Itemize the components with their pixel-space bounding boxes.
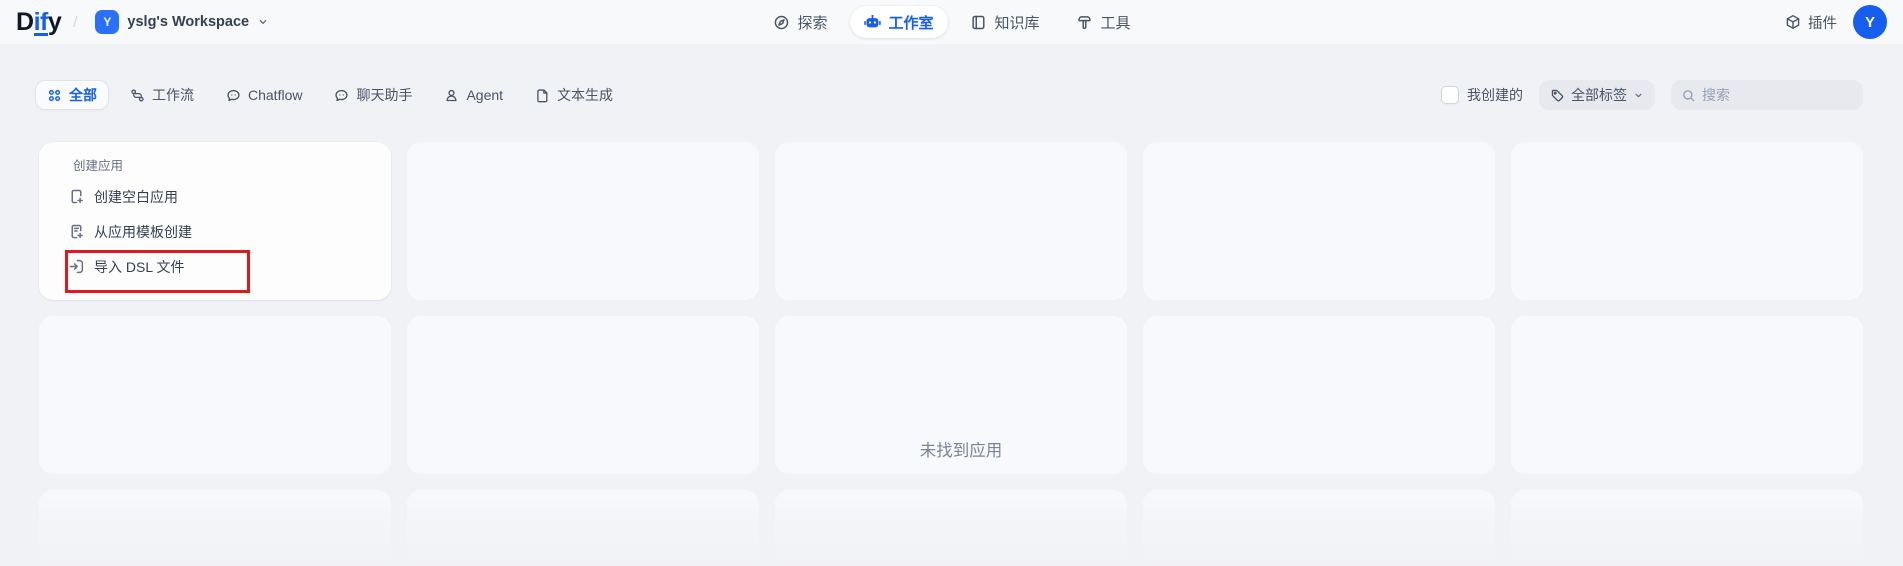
tab-workflow[interactable]: 工作流 bbox=[119, 80, 205, 110]
user-avatar[interactable]: Y bbox=[1853, 5, 1887, 39]
breadcrumb-separator: / bbox=[73, 14, 77, 31]
logo-letter-y: y bbox=[48, 8, 61, 37]
tab-text-generation[interactable]: 文本生成 bbox=[524, 80, 624, 110]
app-card-placeholder bbox=[1143, 142, 1495, 300]
compass-icon bbox=[772, 14, 789, 31]
main-nav: 探索 工作室 知识库 工具 bbox=[758, 5, 1144, 39]
tag-filter-dropdown[interactable]: 全部标签 bbox=[1539, 80, 1655, 110]
app-card-placeholder bbox=[1511, 142, 1863, 300]
created-by-me-checkbox[interactable] bbox=[1441, 86, 1459, 104]
header-right: 插件 Y bbox=[1785, 5, 1887, 39]
book-icon bbox=[970, 14, 987, 31]
create-app-card: 创建应用 创建空白应用 从应用模板创建 导入 DSL 文件 bbox=[39, 142, 391, 300]
workflow-icon bbox=[130, 88, 145, 103]
nav-item-explore[interactable]: 探索 bbox=[758, 6, 841, 38]
search-input[interactable] bbox=[1702, 87, 1853, 103]
app-card-placeholder bbox=[39, 316, 391, 474]
chevron-down-icon bbox=[257, 16, 269, 28]
dify-logo[interactable]: Dify bbox=[16, 8, 61, 37]
nav-item-label: 探索 bbox=[797, 12, 827, 33]
tab-label: 工作流 bbox=[152, 85, 194, 105]
app-card-placeholder bbox=[39, 490, 391, 566]
file-plus-icon bbox=[68, 188, 85, 205]
chat-bubble-icon bbox=[334, 88, 349, 103]
tag-filter-label: 全部标签 bbox=[1571, 85, 1627, 105]
logo-letters-if: if bbox=[34, 11, 48, 37]
create-blank-app-button[interactable]: 创建空白应用 bbox=[68, 184, 178, 209]
nav-item-tools[interactable]: 工具 bbox=[1062, 6, 1145, 38]
template-icon bbox=[68, 223, 85, 240]
filter-bar: 全部 工作流 Chatflow 聊天助手 bbox=[35, 80, 1863, 110]
tab-label: 全部 bbox=[69, 85, 97, 105]
plugin-box-icon bbox=[1785, 14, 1801, 30]
tab-label: 聊天助手 bbox=[356, 85, 412, 105]
create-item-label: 导入 DSL 文件 bbox=[94, 257, 185, 277]
nav-item-studio[interactable]: 工作室 bbox=[849, 6, 947, 38]
workspace-name: yslg's Workspace bbox=[127, 14, 249, 30]
app-card-placeholder bbox=[407, 316, 759, 474]
plugins-label: 插件 bbox=[1808, 12, 1837, 33]
logo-letter-d: D bbox=[16, 8, 34, 37]
agent-icon bbox=[444, 88, 459, 103]
tag-icon bbox=[1550, 88, 1565, 103]
create-from-template-button[interactable]: 从应用模板创建 bbox=[68, 219, 192, 244]
app-card-placeholder bbox=[407, 142, 759, 300]
create-app-title: 创建应用 bbox=[73, 155, 123, 174]
app-grid: 创建应用 创建空白应用 从应用模板创建 导入 DSL 文件 bbox=[39, 142, 1863, 566]
app-card-placeholder bbox=[775, 142, 1127, 300]
app-type-tabs: 全部 工作流 Chatflow 聊天助手 bbox=[35, 80, 624, 110]
create-item-label: 创建空白应用 bbox=[94, 187, 178, 207]
import-dsl-file-button[interactable]: 导入 DSL 文件 bbox=[68, 254, 185, 279]
workspace-selector[interactable]: Y yslg's Workspace bbox=[89, 7, 275, 37]
nav-item-label: 工具 bbox=[1101, 12, 1131, 33]
chat-bubble-icon bbox=[226, 88, 241, 103]
top-header: Dify / Y yslg's Workspace 探索 bbox=[0, 0, 1903, 44]
robot-icon bbox=[863, 14, 880, 31]
app-card-placeholder bbox=[1511, 316, 1863, 474]
app-card-placeholder bbox=[1143, 316, 1495, 474]
nav-item-label: 知识库 bbox=[995, 12, 1040, 33]
grid-icon bbox=[47, 88, 62, 103]
search-icon bbox=[1681, 88, 1696, 103]
search-box[interactable] bbox=[1671, 80, 1863, 110]
plugins-button[interactable]: 插件 bbox=[1785, 12, 1837, 33]
created-by-me-filter[interactable]: 我创建的 bbox=[1441, 85, 1523, 105]
app-card-placeholder bbox=[407, 490, 759, 566]
tool-icon bbox=[1076, 14, 1093, 31]
dify-studio-page: Dify / Y yslg's Workspace 探索 bbox=[0, 0, 1903, 566]
create-item-label: 从应用模板创建 bbox=[94, 222, 192, 242]
workspace-avatar: Y bbox=[95, 10, 119, 34]
app-card-placeholder bbox=[1143, 490, 1495, 566]
app-card-placeholder bbox=[775, 490, 1127, 566]
document-icon bbox=[535, 88, 550, 103]
empty-state-message: 未找到应用 bbox=[920, 437, 1003, 461]
nav-item-knowledge[interactable]: 知识库 bbox=[956, 6, 1054, 38]
header-left: Dify / Y yslg's Workspace bbox=[16, 7, 275, 37]
tab-agent[interactable]: Agent bbox=[433, 80, 514, 110]
chevron-down-icon bbox=[1633, 90, 1644, 101]
tab-all[interactable]: 全部 bbox=[35, 80, 109, 110]
tab-chat-assistant[interactable]: 聊天助手 bbox=[323, 80, 423, 110]
filter-controls: 我创建的 全部标签 bbox=[1441, 80, 1863, 110]
nav-item-label: 工作室 bbox=[888, 12, 933, 33]
tab-chatflow[interactable]: Chatflow bbox=[215, 80, 313, 110]
import-icon bbox=[68, 258, 85, 275]
tab-label: Chatflow bbox=[248, 87, 302, 103]
tab-label: 文本生成 bbox=[557, 85, 613, 105]
tab-label: Agent bbox=[466, 87, 503, 103]
created-by-me-label: 我创建的 bbox=[1467, 85, 1523, 105]
app-card-placeholder bbox=[1511, 490, 1863, 566]
